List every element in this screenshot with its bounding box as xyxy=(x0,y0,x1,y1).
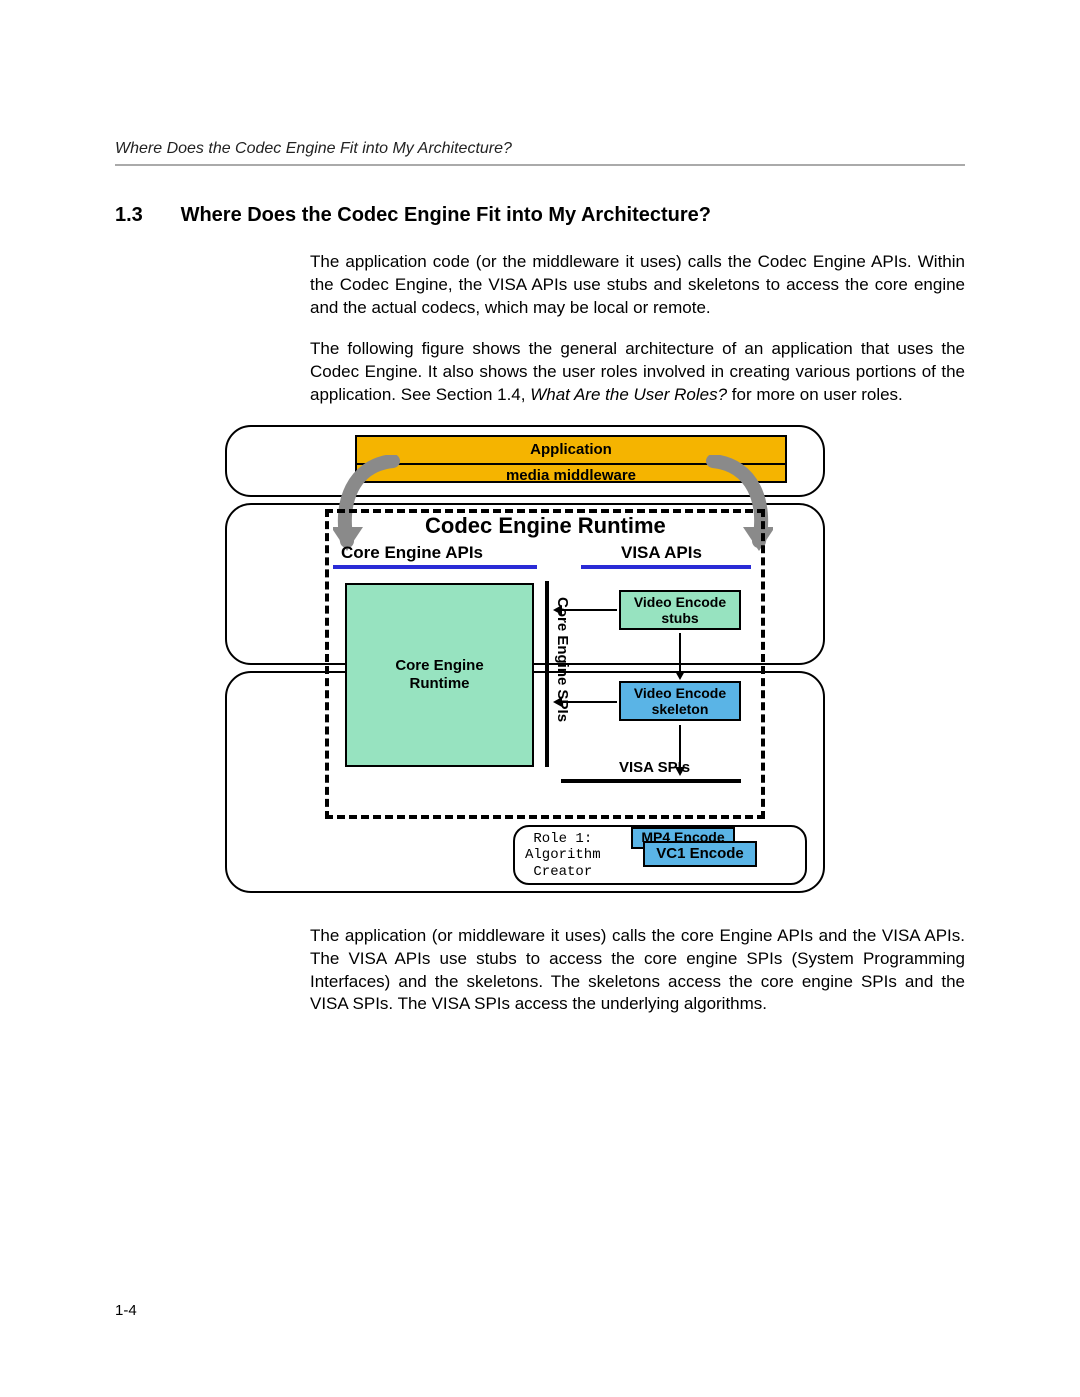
core-engine-apis-line xyxy=(333,565,537,569)
visa-spis-label: VISA SPIs xyxy=(619,759,690,776)
video-encode-skeleton-label: Video Encode skeleton xyxy=(634,685,726,718)
visa-spis-line xyxy=(561,779,741,783)
application-box: Application media middleware xyxy=(355,435,787,483)
role-1-label: Role 1: Algorithm Creator xyxy=(525,831,601,881)
codec-engine-runtime-title: Codec Engine Runtime xyxy=(425,513,666,539)
media-middleware-label: media middleware xyxy=(357,465,785,484)
page-number: 1-4 xyxy=(115,1302,137,1319)
application-label: Application xyxy=(357,437,785,465)
video-encode-stubs-label: Video Encode stubs xyxy=(634,594,726,627)
video-encode-skeleton-box: Video Encode skeleton xyxy=(619,681,741,721)
running-header: Where Does the Codec Engine Fit into My … xyxy=(115,140,965,166)
paragraph-1: The application code (or the middleware … xyxy=(310,251,965,320)
section-number: 1.3 xyxy=(115,204,175,227)
core-engine-spis-line xyxy=(545,581,549,767)
core-engine-runtime-label: Core Engine Runtime xyxy=(395,657,483,693)
core-engine-runtime-box: Core Engine Runtime xyxy=(345,583,534,767)
visa-apis-label: VISA APIs xyxy=(621,543,702,563)
visa-apis-line xyxy=(581,565,751,569)
arrow-stubs-to-skeleton-icon xyxy=(679,633,681,671)
arrow-stubs-to-spis-icon xyxy=(561,609,617,611)
architecture-diagram: Role 4: Application Author Role 3: Engin… xyxy=(225,425,825,903)
paragraph-2-ref: What Are the User Roles? xyxy=(530,385,727,404)
paragraph-2: The following figure shows the general a… xyxy=(310,338,965,407)
arrow-skeleton-to-spis-icon xyxy=(561,701,617,703)
paragraph-3: The application (or middleware it uses) … xyxy=(310,925,965,1017)
video-encode-stubs-box: Video Encode stubs xyxy=(619,590,741,630)
core-engine-apis-label: Core Engine APIs xyxy=(341,543,483,563)
paragraph-2c: for more on user roles. xyxy=(727,385,903,404)
section-heading: 1.3 Where Does the Codec Engine Fit into… xyxy=(115,204,965,227)
section-title: Where Does the Codec Engine Fit into My … xyxy=(181,204,711,226)
vc1-encode-box: VC1 Encode xyxy=(643,841,757,867)
